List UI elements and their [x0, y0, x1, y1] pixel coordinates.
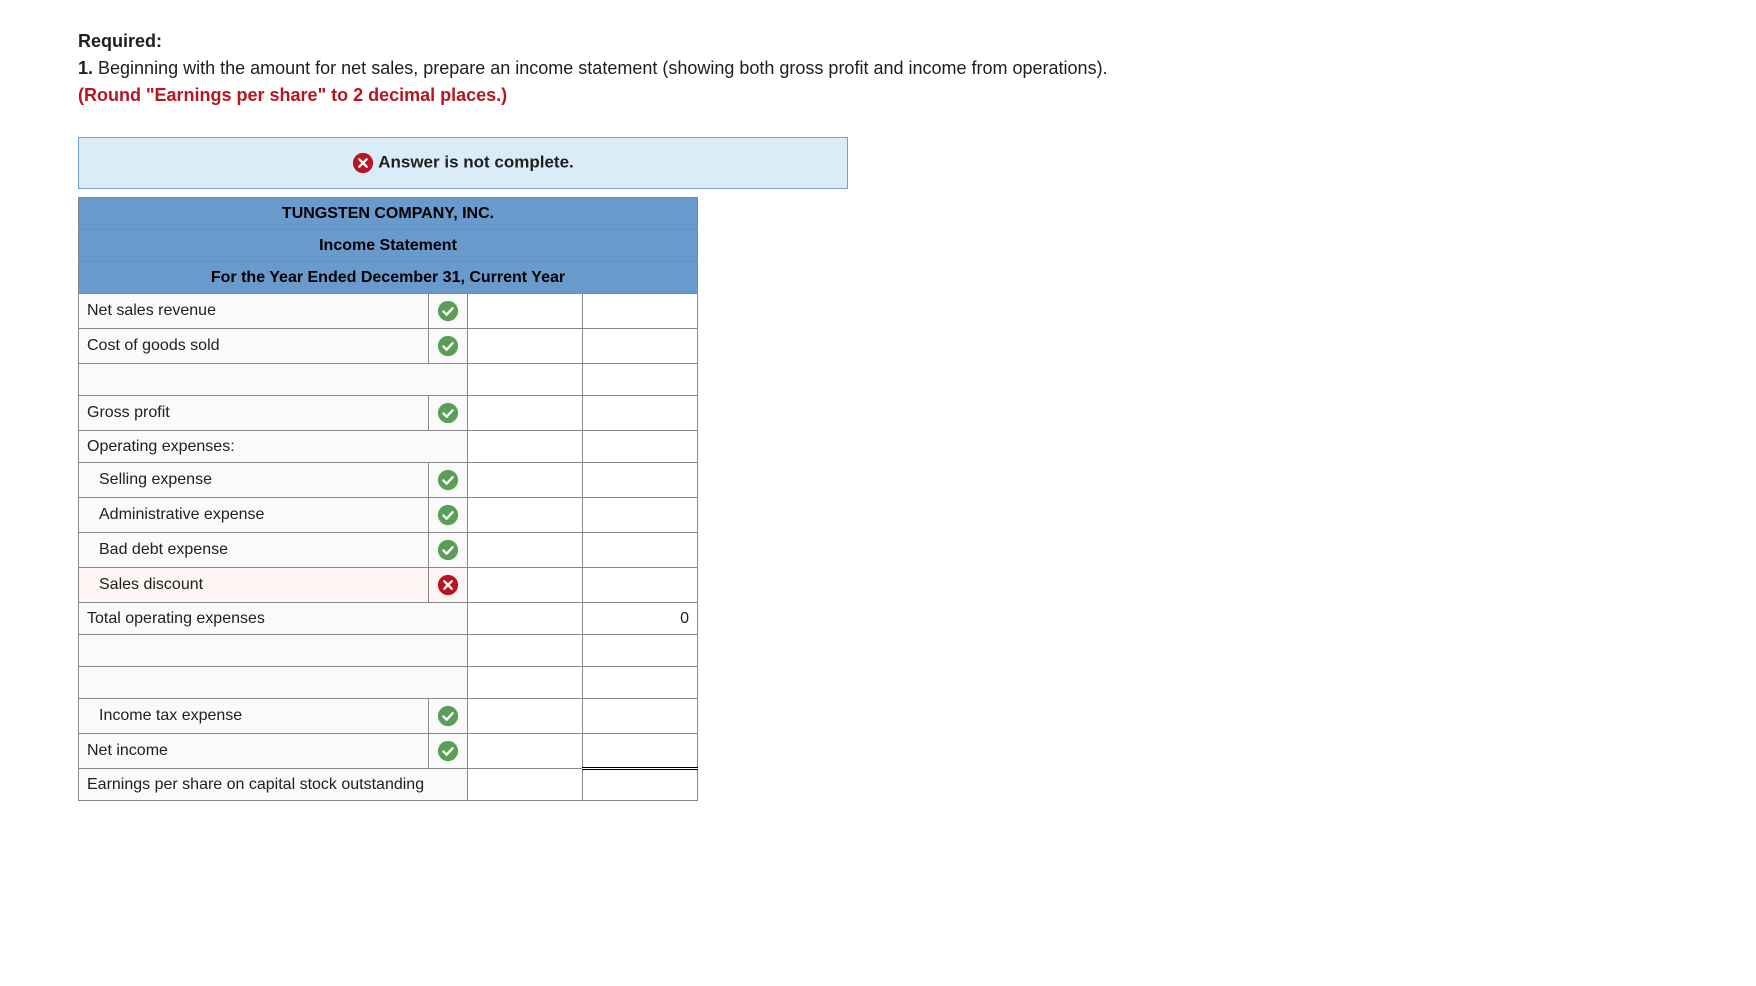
check-circle-icon — [437, 300, 459, 322]
input-blank-label-2[interactable] — [79, 635, 468, 667]
row-total-opex: Total operating expenses 0 — [79, 603, 698, 635]
check-circle-icon — [437, 539, 459, 561]
input-income-tax-2[interactable] — [583, 699, 698, 734]
instructions-block: Required: 1. Beginning with the amount f… — [78, 28, 1678, 109]
input-net-income-1[interactable] — [468, 734, 583, 769]
input-net-sales-1[interactable] — [468, 294, 583, 329]
header-period: For the Year Ended December 31, Current … — [79, 262, 698, 294]
input-net-sales-2[interactable] — [583, 294, 698, 329]
label-opex-header[interactable]: Operating expenses: — [79, 431, 468, 463]
input-admin-1[interactable] — [468, 498, 583, 533]
input-blank-label-1[interactable] — [79, 364, 468, 396]
label-admin[interactable]: Administrative expense — [79, 498, 429, 533]
input-bad-debt-1[interactable] — [468, 533, 583, 568]
input-blank-2b[interactable] — [583, 635, 698, 667]
input-blank-1a[interactable] — [468, 364, 583, 396]
row-sales-discount: Sales discount — [79, 568, 698, 603]
input-sales-discount-1[interactable] — [468, 568, 583, 603]
header-title: Income Statement — [79, 230, 698, 262]
input-blank-1b[interactable] — [583, 364, 698, 396]
label-net-sales[interactable]: Net sales revenue — [79, 294, 429, 329]
row-net-sales: Net sales revenue — [79, 294, 698, 329]
input-blank-3b[interactable] — [583, 667, 698, 699]
label-gross-profit[interactable]: Gross profit — [79, 396, 429, 431]
input-cogs-1[interactable] — [468, 329, 583, 364]
input-selling-1[interactable] — [468, 463, 583, 498]
required-label: Required: — [78, 31, 162, 51]
row-admin: Administrative expense — [79, 498, 698, 533]
input-opex-h2[interactable] — [583, 431, 698, 463]
input-gross-profit-2[interactable] — [583, 396, 698, 431]
row-selling: Selling expense — [79, 463, 698, 498]
input-blank-label-3[interactable] — [79, 667, 468, 699]
label-income-tax[interactable]: Income tax expense — [79, 699, 429, 734]
x-circle-icon — [437, 574, 459, 596]
input-cogs-2[interactable] — [583, 329, 698, 364]
x-circle-icon — [352, 152, 374, 174]
label-selling[interactable]: Selling expense — [79, 463, 429, 498]
check-circle-icon — [437, 469, 459, 491]
check-circle-icon — [437, 335, 459, 357]
row-blank-2 — [79, 635, 698, 667]
row-income-tax: Income tax expense — [79, 699, 698, 734]
check-circle-icon — [437, 402, 459, 424]
input-blank-2a[interactable] — [468, 635, 583, 667]
label-eps[interactable]: Earnings per share on capital stock outs… — [79, 769, 468, 801]
row-cogs: Cost of goods sold — [79, 329, 698, 364]
input-eps-1[interactable] — [468, 769, 583, 801]
row-eps: Earnings per share on capital stock outs… — [79, 769, 698, 801]
input-sales-discount-2[interactable] — [583, 568, 698, 603]
input-eps-2[interactable] — [583, 769, 698, 801]
input-income-tax-1[interactable] — [468, 699, 583, 734]
row-blank-1 — [79, 364, 698, 396]
round-note: (Round "Earnings per share" to 2 decimal… — [78, 82, 1678, 109]
header-company: TUNGSTEN COMPANY, INC. — [79, 198, 698, 230]
item-text: Beginning with the amount for net sales,… — [98, 58, 1108, 78]
row-bad-debt: Bad debt expense — [79, 533, 698, 568]
input-blank-3a[interactable] — [468, 667, 583, 699]
row-gross-profit: Gross profit — [79, 396, 698, 431]
input-opex-h1[interactable] — [468, 431, 583, 463]
row-opex-header: Operating expenses: — [79, 431, 698, 463]
check-circle-icon — [437, 740, 459, 762]
row-net-income: Net income — [79, 734, 698, 769]
check-circle-icon — [437, 504, 459, 526]
input-selling-2[interactable] — [583, 463, 698, 498]
label-sales-discount[interactable]: Sales discount — [79, 568, 429, 603]
input-gross-profit-1[interactable] — [468, 396, 583, 431]
check-circle-icon — [437, 705, 459, 727]
input-total-opex-1[interactable] — [468, 603, 583, 635]
label-total-opex[interactable]: Total operating expenses — [79, 603, 468, 635]
row-blank-3 — [79, 667, 698, 699]
item-prefix: 1. — [78, 58, 98, 78]
input-bad-debt-2[interactable] — [583, 533, 698, 568]
value-total-opex[interactable]: 0 — [583, 603, 698, 635]
label-bad-debt[interactable]: Bad debt expense — [79, 533, 429, 568]
label-cogs[interactable]: Cost of goods sold — [79, 329, 429, 364]
input-admin-2[interactable] — [583, 498, 698, 533]
answer-status-banner: Answer is not complete. — [78, 137, 848, 189]
input-net-income-2[interactable] — [583, 734, 698, 769]
label-net-income[interactable]: Net income — [79, 734, 429, 769]
banner-text: Answer is not complete. — [378, 152, 574, 171]
income-statement-table: TUNGSTEN COMPANY, INC. Income Statement … — [78, 197, 698, 801]
